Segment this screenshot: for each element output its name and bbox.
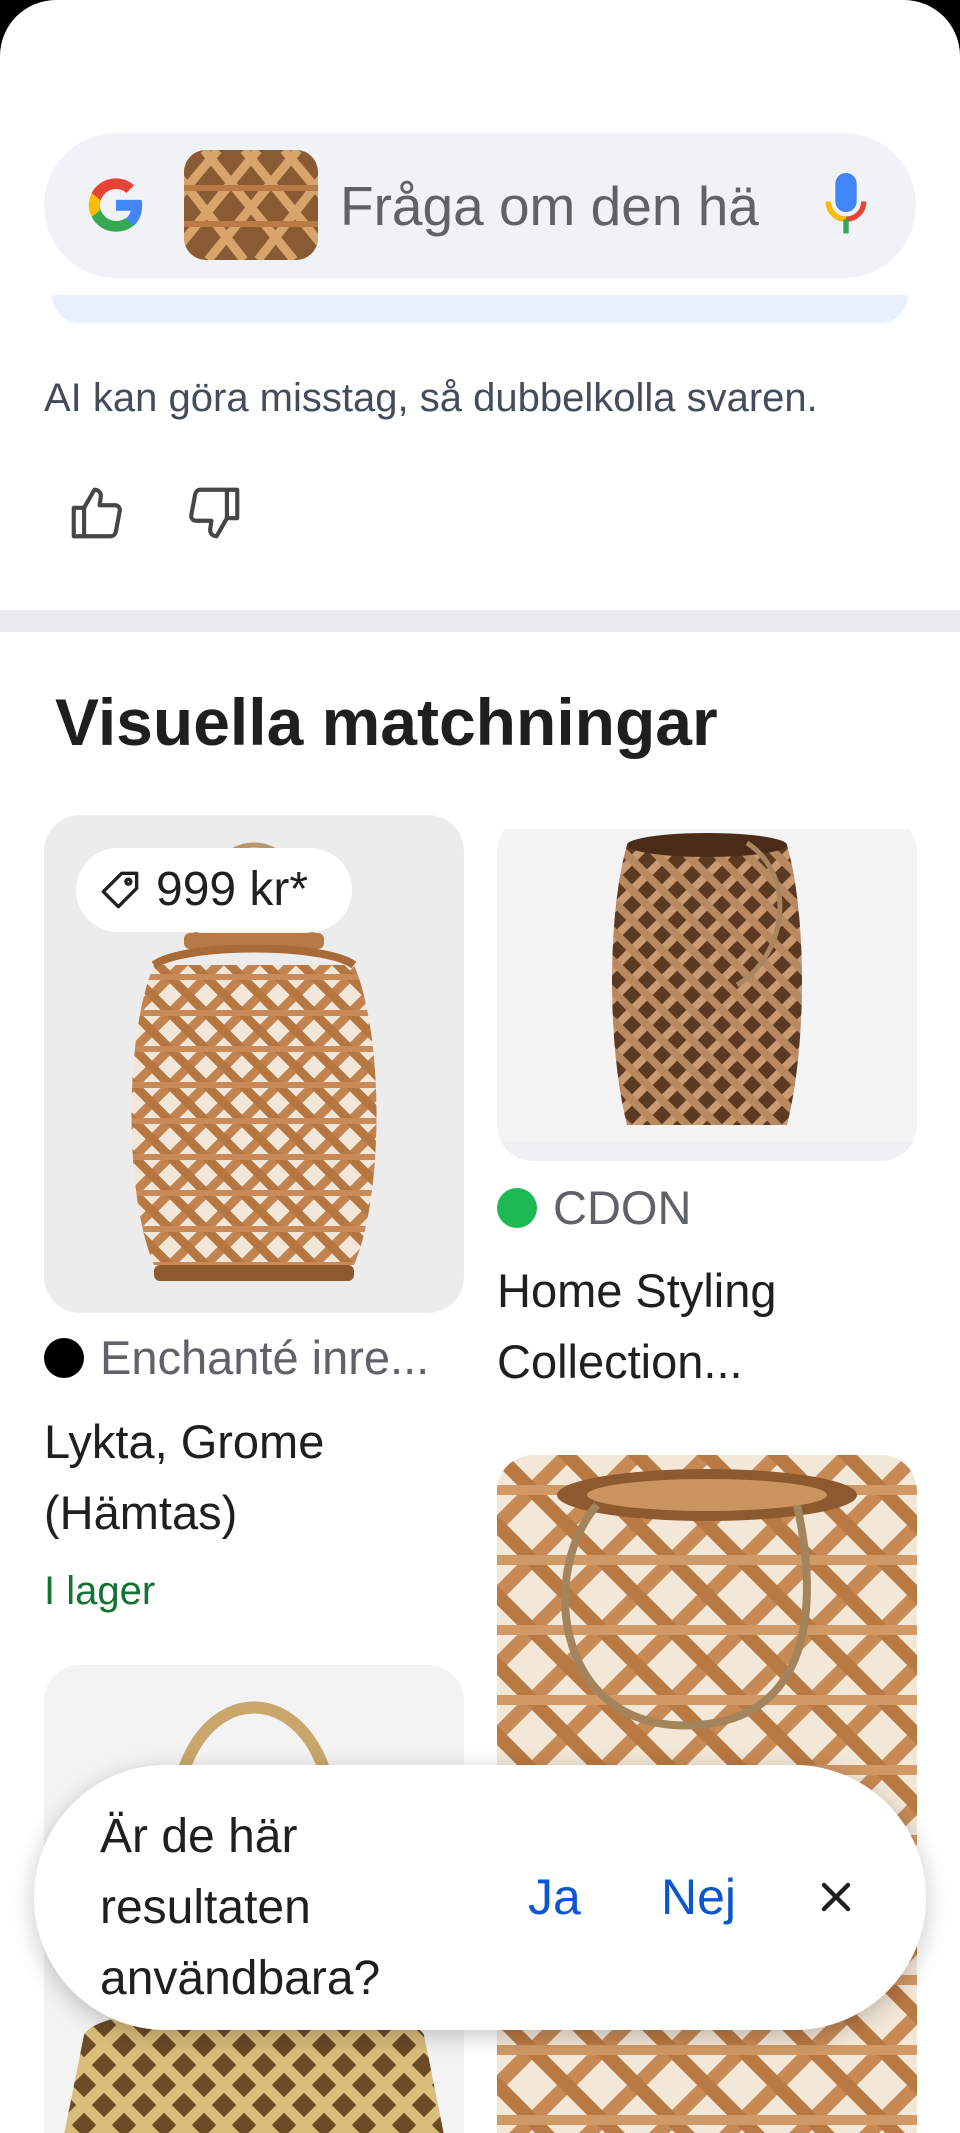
visual-matches-title: Visuella matchningar [55, 685, 718, 759]
survey-yes-button[interactable]: Ja [528, 1861, 581, 1933]
product-title[interactable]: Lykta, Grome (Hämtas) [44, 1406, 464, 1548]
ai-disclaimer: AI kan göra misstag, så dubbelkolla svar… [44, 376, 818, 420]
survey-question: Är de här resultaten användbara? [100, 1810, 381, 2005]
price-tag-icon [101, 871, 139, 909]
ai-overview-edge [52, 295, 908, 323]
source-name: CDON [553, 1181, 692, 1234]
search-bar[interactable]: Fråga om den hä [44, 133, 916, 278]
product-title[interactable]: Home Styling Collection... [497, 1255, 917, 1397]
source-name: Enchanté inre... [100, 1331, 430, 1384]
screen-top-edge [0, 0, 960, 120]
microphone-icon[interactable] [824, 173, 868, 237]
price-text: 999 kr* [156, 863, 309, 916]
feedback-survey: Är de här resultaten användbara? Ja Nej [34, 1765, 926, 2030]
product-image-lantern-2[interactable] [497, 815, 917, 1161]
enchante-logo-icon [44, 1338, 84, 1378]
cdon-logo-icon [497, 1188, 537, 1228]
price-tag: 999 kr* [76, 848, 352, 932]
search-input[interactable]: Fråga om den hä [340, 171, 810, 241]
survey-no-button[interactable]: Nej [661, 1861, 736, 1933]
close-icon[interactable] [812, 1873, 860, 1921]
source-row[interactable]: Enchanté inre... [44, 1330, 464, 1386]
source-row[interactable]: CDON [497, 1180, 917, 1236]
thumbs-down-icon[interactable] [183, 482, 245, 544]
thumbs-up-icon[interactable] [66, 482, 128, 544]
section-divider [0, 610, 960, 632]
search-image-thumbnail[interactable] [184, 150, 318, 260]
google-g-icon[interactable] [84, 173, 148, 237]
stock-status: I lager [44, 1569, 156, 1613]
